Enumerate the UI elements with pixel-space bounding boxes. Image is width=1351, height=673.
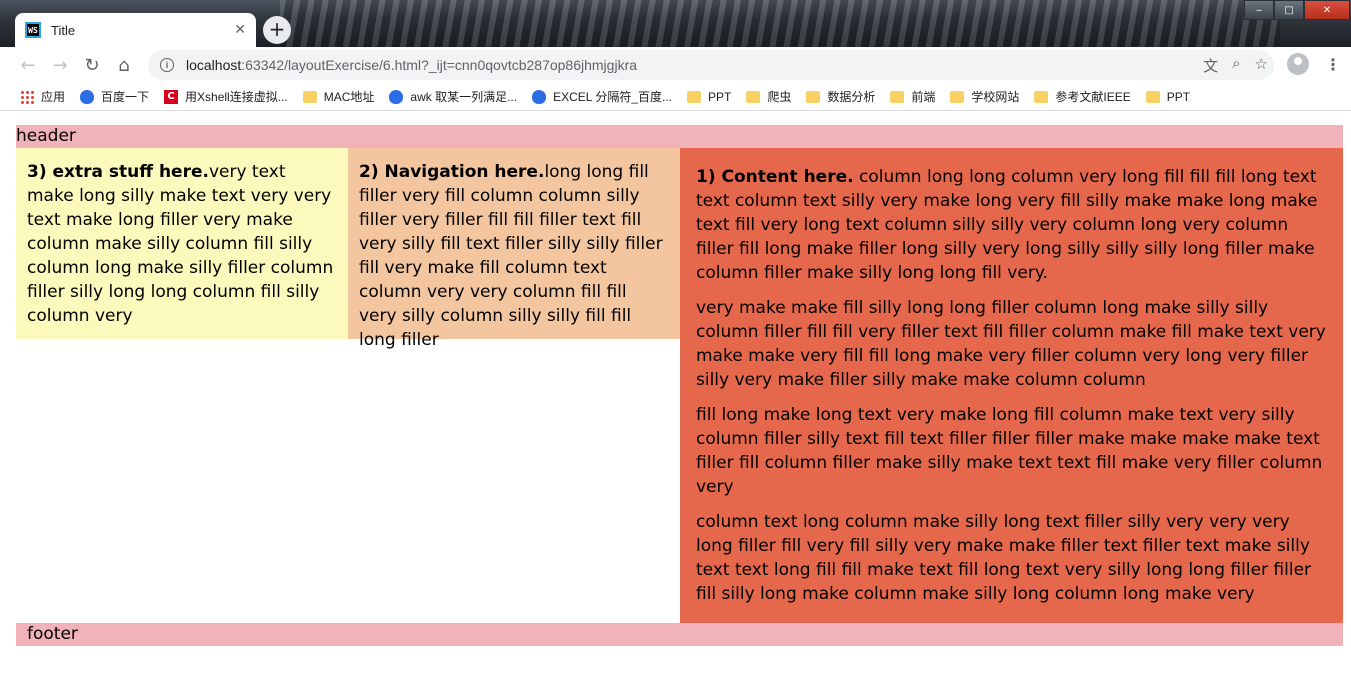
bookmark-item[interactable]: EXCEL 分隔符_百度...: [532, 88, 672, 105]
bookmark-item[interactable]: 学校网站: [950, 88, 1019, 105]
toolbar-right: ⋮: [1287, 53, 1341, 75]
bookmark-label: EXCEL 分隔符_百度...: [553, 90, 672, 104]
url-path: :63342/layoutExercise/6.html?_ijt=cnn0qo…: [241, 57, 638, 73]
address-bar[interactable]: i localhost:63342/layoutExercise/6.html?…: [148, 50, 1274, 80]
bookmark-item[interactable]: 前端: [890, 88, 935, 105]
bookmark-star-icon[interactable]: ☆: [1255, 55, 1268, 76]
apps-icon: [20, 89, 34, 104]
bookmark-label: 爬虫: [767, 90, 792, 104]
profile-avatar-icon[interactable]: [1287, 53, 1309, 75]
bookmarks-bar: 应用 百度一下 C 用Xshell连接虚拟... MAC地址 awk 取某一列满足... E…: [0, 83, 1351, 111]
c-logo-icon: C: [164, 89, 179, 104]
new-tab-button[interactable]: +: [263, 16, 291, 44]
extra-heading: 3) extra stuff here.: [27, 162, 209, 182]
bookmark-item[interactable]: 参考文献IEEE: [1034, 88, 1131, 105]
navigation-text: long long fill filler very fill column c…: [359, 162, 663, 350]
page-viewport: header 3) extra stuff here.very text mak…: [0, 112, 1351, 673]
bookmark-label: MAC地址: [323, 90, 375, 104]
bookmark-label: 参考文献IEEE: [1055, 90, 1131, 104]
bookmark-label: 百度一下: [101, 90, 150, 104]
bookmark-label: PPT: [1166, 89, 1191, 104]
baidu-icon: [532, 89, 547, 104]
baidu-icon: [389, 89, 404, 104]
folder-icon: [302, 90, 317, 103]
url-host: localhost: [186, 57, 242, 73]
content-paragraph-4: column text long column make silly long …: [696, 512, 1312, 604]
titlebar-background: [280, 0, 1280, 47]
folder-icon: [950, 90, 965, 103]
close-window-button[interactable]: ✕: [1304, 0, 1350, 20]
omnibox-actions: 文 ⌕ ☆: [1203, 55, 1268, 76]
bookmark-label: 前端: [911, 90, 936, 104]
home-icon[interactable]: ⌂: [108, 55, 140, 76]
navigation-heading: 2) Navigation here.: [359, 162, 545, 182]
folder-icon: [890, 90, 905, 103]
navigation-column: 2) Navigation here.long long fill filler…: [348, 148, 680, 350]
folder-icon: [746, 90, 761, 103]
browser-tab[interactable]: WS Title ✕: [15, 13, 256, 47]
reload-icon[interactable]: ↻: [76, 55, 108, 76]
content-heading: 1) Content here.: [696, 167, 854, 187]
bookmark-item[interactable]: PPT: [687, 90, 731, 104]
bookmark-item[interactable]: 应用: [20, 88, 65, 105]
url-text[interactable]: localhost:63342/layoutExercise/6.html?_i…: [186, 57, 637, 73]
maximize-button[interactable]: □: [1274, 0, 1304, 20]
translate-icon[interactable]: 文: [1203, 55, 1218, 76]
baidu-icon: [80, 89, 95, 104]
folder-icon: [806, 90, 821, 103]
bookmark-item[interactable]: MAC地址: [302, 88, 375, 105]
bookmark-item[interactable]: 爬虫: [746, 88, 791, 105]
window-controls: ‒ □ ✕: [1244, 0, 1350, 20]
page-header: header: [16, 125, 1343, 148]
extra-column: 3) extra stuff here.very text make long …: [16, 148, 348, 339]
tab-title: Title: [51, 22, 76, 38]
bookmark-item[interactable]: awk 取某一列满足...: [389, 88, 517, 105]
bookmark-label: PPT: [708, 89, 732, 104]
page-footer: footer: [16, 623, 1343, 646]
browser-titlebar: WS Title ✕ + ‒ □ ✕: [0, 0, 1351, 47]
forward-icon[interactable]: →: [44, 55, 76, 76]
browser-toolbar: ← → ↻ ⌂ i localhost:63342/layoutExercise…: [0, 47, 1351, 83]
content-paragraph-1: 1) Content here. column long long column…: [696, 165, 1327, 285]
webstorm-icon: WS: [25, 22, 41, 38]
minimize-button[interactable]: ‒: [1244, 0, 1274, 20]
bookmark-item[interactable]: C 用Xshell连接虚拟...: [164, 88, 288, 105]
content-paragraph-3: fill long make long text very make long …: [696, 405, 1323, 497]
bookmark-label: awk 取某一列满足...: [410, 90, 518, 104]
bookmark-label: 数据分析: [827, 90, 876, 104]
menu-icon[interactable]: ⋮: [1325, 55, 1341, 74]
extra-text: very text make long silly make text very…: [27, 162, 334, 326]
bookmark-item[interactable]: 百度一下: [80, 88, 149, 105]
close-tab-icon[interactable]: ✕: [234, 22, 246, 38]
bookmark-label: 用Xshell连接虚拟...: [185, 90, 288, 104]
zoom-icon[interactable]: ⌕: [1232, 55, 1240, 76]
folder-icon: [687, 90, 701, 103]
content-column: 1) Content here. column long long column…: [680, 148, 1343, 623]
bookmark-label: 学校网站: [971, 90, 1020, 104]
bookmark-label: 应用: [41, 90, 66, 104]
bookmark-item[interactable]: PPT: [1145, 89, 1191, 104]
content-paragraph-2: very make make fill silly long long fill…: [696, 298, 1326, 390]
folder-icon: [1145, 90, 1160, 103]
folder-icon: [1034, 90, 1049, 103]
bookmark-item[interactable]: 数据分析: [806, 88, 875, 105]
info-icon[interactable]: i: [160, 58, 174, 72]
back-icon[interactable]: ←: [12, 55, 44, 76]
